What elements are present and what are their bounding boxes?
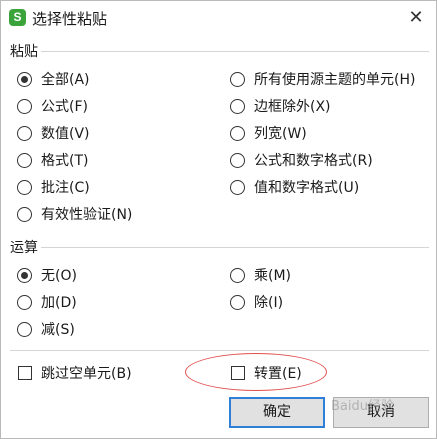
option-label: 边框除外(X) — [254, 99, 331, 115]
option-label: 列宽(W) — [254, 126, 307, 142]
radio-button[interactable] — [17, 125, 32, 141]
option-label: 所有使用源主题的单元(H) — [254, 72, 416, 88]
radio-button[interactable] — [17, 206, 32, 222]
title-bar: S 选择性粘贴 ✕ — [1, 1, 436, 34]
paste-group-divider — [41, 51, 429, 52]
radio-button[interactable] — [17, 179, 32, 195]
skip-blanks-checkbox[interactable]: 跳过空单元(B) — [18, 363, 132, 383]
option-label: 格式(T) — [41, 153, 89, 169]
dialog-title: 选择性粘贴 — [32, 10, 108, 28]
option-label: 跳过空单元(B) — [41, 366, 132, 382]
wps-spreadsheet-icon: S — [9, 9, 26, 26]
option-label: 无(O) — [41, 268, 77, 284]
radio-button[interactable] — [230, 125, 245, 141]
radio-button[interactable] — [230, 267, 245, 283]
checkbox[interactable] — [18, 366, 32, 380]
transpose-checkbox[interactable]: 转置(E) — [231, 363, 302, 383]
paste-option-all[interactable]: 全部(A) — [17, 69, 90, 89]
paste-option-column-widths[interactable]: 列宽(W) — [230, 123, 307, 143]
paste-option-except-borders[interactable]: 边框除外(X) — [230, 96, 331, 116]
radio-button[interactable] — [230, 179, 245, 195]
option-label: 加(D) — [41, 295, 77, 311]
option-label: 除(I) — [254, 295, 284, 311]
ok-button[interactable]: 确定 — [229, 397, 325, 428]
option-label: 减(S) — [41, 322, 75, 338]
option-label: 批注(C) — [41, 180, 90, 196]
option-label: 全部(A) — [41, 72, 90, 88]
paste-option-formulas-and-number-formats[interactable]: 公式和数字格式(R) — [230, 150, 373, 170]
checkbox[interactable] — [231, 366, 245, 380]
paste-special-dialog: S 选择性粘贴 ✕ 粘贴 全部(A) 所有使用源主题的单元(H) 公式(F) 边… — [0, 0, 437, 439]
paste-option-formulas[interactable]: 公式(F) — [17, 96, 88, 116]
operation-option-divide[interactable]: 除(I) — [230, 292, 283, 312]
option-label: 值和数字格式(U) — [254, 180, 360, 196]
operation-group-divider — [41, 247, 429, 248]
paste-option-values[interactable]: 数值(V) — [17, 123, 90, 143]
radio-button[interactable] — [17, 98, 32, 114]
cancel-button[interactable]: 取消 — [333, 397, 429, 428]
option-label: 公式(F) — [41, 99, 88, 115]
radio-button[interactable] — [230, 152, 245, 168]
operation-option-subtract[interactable]: 减(S) — [17, 319, 75, 339]
paste-option-formats[interactable]: 格式(T) — [17, 150, 88, 170]
radio-button[interactable] — [17, 321, 32, 337]
option-label: 公式和数字格式(R) — [254, 153, 373, 169]
radio-button[interactable] — [17, 152, 32, 168]
paste-option-validation[interactable]: 有效性验证(N) — [17, 204, 132, 224]
option-label: 乘(M) — [254, 268, 292, 284]
radio-button[interactable] — [230, 294, 245, 310]
operation-option-add[interactable]: 加(D) — [17, 292, 77, 312]
radio-button[interactable] — [17, 71, 32, 87]
checkbox-divider — [10, 350, 429, 351]
operation-group-label: 运算 — [10, 240, 38, 256]
paste-option-values-and-number-formats[interactable]: 值和数字格式(U) — [230, 177, 359, 197]
option-label: 有效性验证(N) — [41, 207, 133, 223]
operation-option-none[interactable]: 无(O) — [17, 265, 77, 285]
radio-button[interactable] — [17, 267, 32, 283]
operation-option-multiply[interactable]: 乘(M) — [230, 265, 291, 285]
close-icon[interactable]: ✕ — [397, 1, 435, 34]
option-label: 转置(E) — [254, 366, 302, 382]
paste-group-label: 粘贴 — [10, 44, 38, 60]
radio-button[interactable] — [230, 98, 245, 114]
radio-button[interactable] — [230, 71, 245, 87]
option-label: 数值(V) — [41, 126, 90, 142]
radio-button[interactable] — [17, 294, 32, 310]
paste-option-comments[interactable]: 批注(C) — [17, 177, 90, 197]
paste-option-all-using-source-theme[interactable]: 所有使用源主题的单元(H) — [230, 69, 415, 89]
